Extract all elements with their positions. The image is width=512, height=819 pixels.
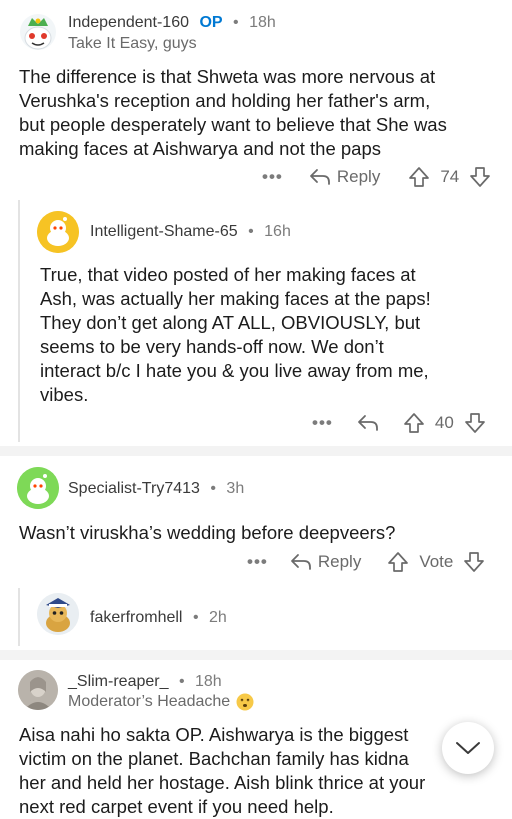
avatar-illustration xyxy=(17,467,59,509)
comment-line: Wasn’t viruskha’s wedding before deepvee… xyxy=(19,522,396,543)
reply-button[interactable] xyxy=(357,414,379,432)
timestamp: 18h xyxy=(195,673,222,690)
comment-actions: ••• Reply Vote xyxy=(247,549,485,575)
vote-group: 40 xyxy=(403,412,486,434)
comment-line: Aisa nahi ho sakta OP. Aishwarya is the … xyxy=(19,724,409,745)
comment-line: victim on the planet. Bachchan family ha… xyxy=(19,748,409,769)
comment-separator xyxy=(0,650,512,660)
separator-dot: • xyxy=(192,609,199,626)
chevron-down-icon xyxy=(456,742,480,754)
downvote-icon[interactable] xyxy=(469,166,491,188)
downvote-icon[interactable] xyxy=(463,551,485,573)
comment-line: her and held her hostage. Aish blink thr… xyxy=(19,772,426,793)
comment-line: True, that video posted of her making fa… xyxy=(40,264,416,285)
reply-button[interactable]: Reply xyxy=(309,167,380,187)
comment-separator xyxy=(0,446,512,456)
more-options-button[interactable]: ••• xyxy=(262,167,283,187)
avatar[interactable] xyxy=(18,12,58,52)
comment-body: Wasn’t viruskha’s wedding before deepvee… xyxy=(19,521,395,545)
vote-group: 74 xyxy=(408,166,491,188)
vote-label: Vote xyxy=(419,552,454,571)
user-flair: Moderator’s Headache xyxy=(68,693,254,711)
comment-line: Ash, was actually her making faces at th… xyxy=(40,288,431,309)
comment-header: Specialist-Try7413 • 3h xyxy=(68,480,244,498)
avatar-illustration xyxy=(18,670,58,710)
comment-line: making faces at Aishwarya and not the pa… xyxy=(19,138,381,159)
comment-body: Aisa nahi ho sakta OP. Aishwarya is the … xyxy=(19,723,425,819)
comment-header: _Slim-reaper_ • 18h xyxy=(68,673,222,691)
comment-line: but people desperately want to believe t… xyxy=(19,114,447,135)
vote-count: 74 xyxy=(440,167,460,186)
comment-header: Independent-160 OP • 18h xyxy=(68,14,276,32)
timestamp: 2h xyxy=(209,609,227,626)
downvote-icon[interactable] xyxy=(464,412,486,434)
upvote-icon[interactable] xyxy=(408,166,430,188)
timestamp: 18h xyxy=(249,14,276,31)
separator-dot: • xyxy=(178,673,185,690)
scroll-down-button[interactable] xyxy=(442,722,494,774)
comment-body: True, that video posted of her making fa… xyxy=(40,263,431,407)
reply-icon xyxy=(290,554,311,570)
comment-actions: ••• Reply 74 xyxy=(262,164,491,190)
upvote-icon[interactable] xyxy=(387,551,409,573)
timestamp: 3h xyxy=(226,480,245,497)
more-options-button[interactable]: ••• xyxy=(247,552,268,572)
avatar-illustration xyxy=(37,593,79,635)
dizzy-face-emoji-icon xyxy=(236,693,254,711)
comment-header: Intelligent-Shame-65 • 16h xyxy=(90,223,291,241)
username[interactable]: Specialist-Try7413 xyxy=(68,480,200,497)
comment-actions: ••• 40 xyxy=(312,410,486,436)
comment-line: They don’t get along AT ALL, OBVIOUSLY, … xyxy=(40,312,421,333)
username[interactable]: _Slim-reaper_ xyxy=(68,673,168,690)
separator-dot: • xyxy=(233,14,239,31)
username[interactable]: fakerfromhell xyxy=(90,609,182,626)
username[interactable]: Independent-160 xyxy=(68,14,189,31)
user-flair: Take It Easy, guys xyxy=(68,35,197,52)
comment-line: vibes. xyxy=(40,384,89,405)
upvote-icon[interactable] xyxy=(403,412,425,434)
comment-line: seems to be very hands-off now. We don’t xyxy=(40,336,384,357)
flair-text: Moderator’s Headache xyxy=(68,693,231,710)
comment-line: next red carpet event if you need help. xyxy=(19,796,334,817)
vote-count: 40 xyxy=(434,413,454,432)
timestamp: 16h xyxy=(264,223,291,240)
thread-line xyxy=(18,588,20,646)
thread-line xyxy=(18,200,20,442)
more-options-button[interactable]: ••• xyxy=(312,413,333,433)
avatar-illustration xyxy=(20,14,56,50)
reply-button[interactable]: Reply xyxy=(290,552,361,572)
avatar[interactable] xyxy=(37,211,79,253)
vote-group: Vote xyxy=(387,551,485,573)
username[interactable]: Intelligent-Shame-65 xyxy=(90,223,238,240)
reply-label: Reply xyxy=(317,552,362,571)
op-badge: OP xyxy=(199,14,223,31)
avatar[interactable] xyxy=(17,467,59,509)
comment-line: Verushka's reception and holding her fat… xyxy=(19,90,431,111)
reply-icon xyxy=(309,169,330,185)
comment-line: interact b/c I hate you & you live away … xyxy=(40,360,429,381)
separator-dot: • xyxy=(248,223,254,240)
reply-label: Reply xyxy=(336,167,381,186)
separator-dot: • xyxy=(210,480,216,497)
comment-line: The difference is that Shweta was more n… xyxy=(19,66,436,87)
avatar-illustration xyxy=(37,211,79,253)
comment-body: The difference is that Shweta was more n… xyxy=(19,65,447,161)
comment-header: fakerfromhell • 2h xyxy=(90,609,227,627)
avatar[interactable] xyxy=(37,593,79,635)
reply-icon xyxy=(357,415,378,431)
avatar[interactable] xyxy=(18,670,58,710)
